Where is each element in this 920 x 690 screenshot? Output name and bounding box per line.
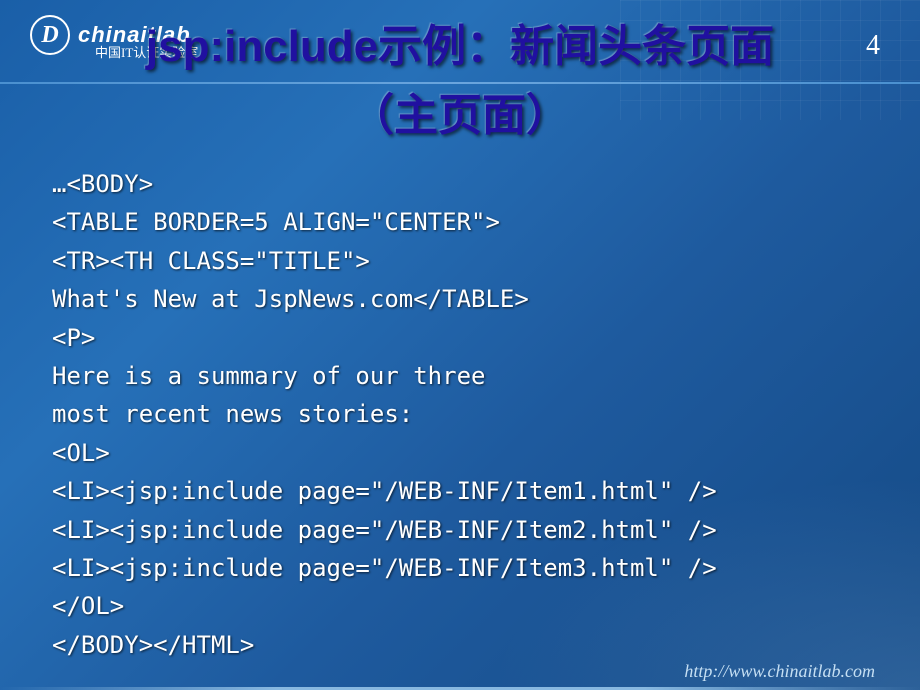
footer-url: http://www.chinaitlab.com <box>684 661 875 682</box>
code-line: <P> <box>52 319 717 357</box>
code-line: <LI><jsp:include page="/WEB-INF/Item1.ht… <box>52 472 717 510</box>
code-line: Here is a summary of our three <box>52 357 717 395</box>
code-block: …<BODY> <TABLE BORDER=5 ALIGN="CENTER"> … <box>52 165 717 664</box>
code-line: </OL> <box>52 587 717 625</box>
slide-title: jsp:include示例：新闻头条页面 （主页面） <box>0 10 920 143</box>
code-line: <TABLE BORDER=5 ALIGN="CENTER"> <box>52 203 717 241</box>
title-line-2: （主页面） <box>0 79 920 143</box>
code-line: …<BODY> <box>52 165 717 203</box>
code-line: <LI><jsp:include page="/WEB-INF/Item3.ht… <box>52 549 717 587</box>
code-line: <TR><TH CLASS="TITLE"> <box>52 242 717 280</box>
code-line: </BODY></HTML> <box>52 626 717 664</box>
code-line: most recent news stories: <box>52 395 717 433</box>
code-line: What's New at JspNews.com</TABLE> <box>52 280 717 318</box>
code-line: <OL> <box>52 434 717 472</box>
code-line: <LI><jsp:include page="/WEB-INF/Item2.ht… <box>52 511 717 549</box>
title-line-1: jsp:include示例：新闻头条页面 <box>0 10 920 74</box>
